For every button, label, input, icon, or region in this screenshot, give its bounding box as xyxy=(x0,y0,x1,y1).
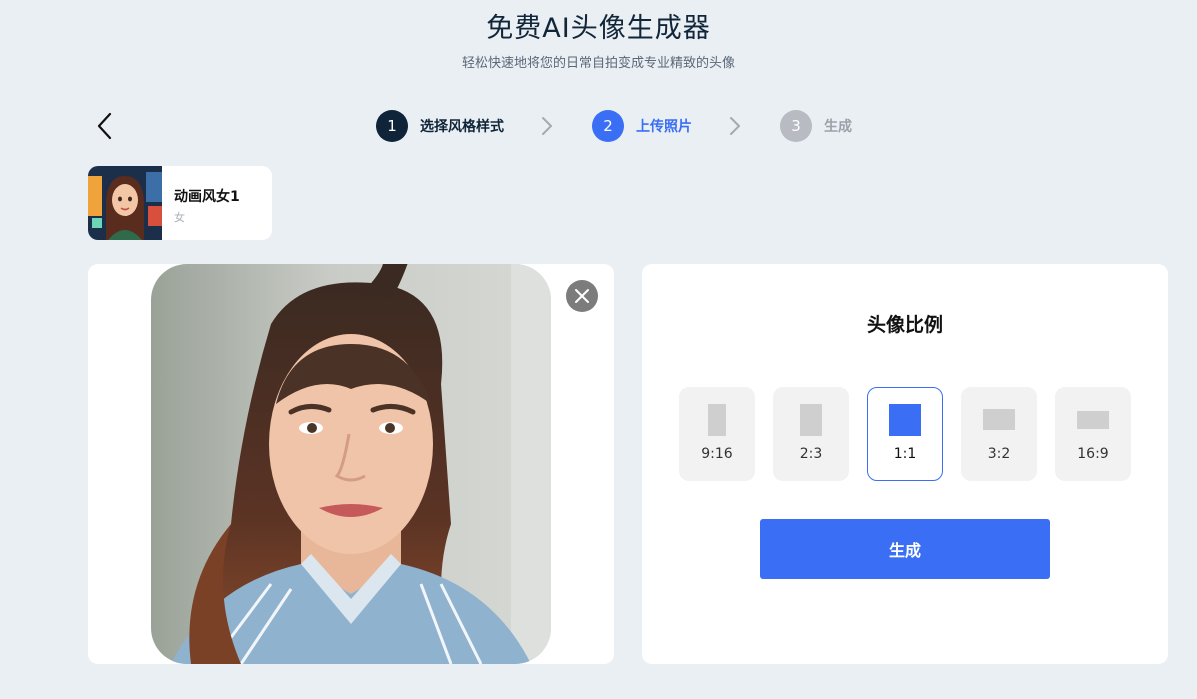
stepper: 1 选择风格样式 2 上传照片 3 生成 xyxy=(0,110,1197,142)
page-title: 免费AI头像生成器 xyxy=(486,13,711,44)
step-label: 上传照片 xyxy=(636,119,692,135)
ratio-label: 16:9 xyxy=(1077,446,1109,462)
style-name: 动画风女1 xyxy=(174,189,240,205)
ratio-preview-shape xyxy=(708,404,726,436)
ratio-panel: 头像比例 9:16 2:3 1:1 3:2 16:9 生成 xyxy=(642,264,1168,664)
ratio-option-16-9[interactable]: 16:9 xyxy=(1055,387,1131,481)
ratio-preview-shape xyxy=(800,404,822,436)
step-label: 选择风格样式 xyxy=(420,119,504,135)
step-select-style[interactable]: 1 选择风格样式 xyxy=(376,110,504,142)
step-number: 1 xyxy=(376,110,408,142)
ratio-label: 1:1 xyxy=(893,446,917,462)
ratio-option-2-3[interactable]: 2:3 xyxy=(773,387,849,481)
ratio-label: 9:16 xyxy=(701,446,733,462)
style-gender: 女 xyxy=(174,211,185,224)
step-label: 生成 xyxy=(824,119,852,135)
ratio-option-9-16[interactable]: 9:16 xyxy=(679,387,755,481)
uploaded-photo xyxy=(151,264,551,664)
remove-photo-button[interactable] xyxy=(566,280,598,312)
ratio-preview-shape xyxy=(983,409,1015,430)
ratio-options: 9:16 2:3 1:1 3:2 16:9 xyxy=(679,387,1131,481)
step-number: 3 xyxy=(780,110,812,142)
ratio-option-1-1[interactable]: 1:1 xyxy=(867,387,943,481)
generate-button[interactable]: 生成 xyxy=(760,519,1050,579)
ratio-preview-shape xyxy=(889,404,921,436)
step-upload-photo[interactable]: 2 上传照片 xyxy=(592,110,692,142)
ratio-label: 2:3 xyxy=(799,446,823,462)
ratio-title: 头像比例 xyxy=(866,314,943,336)
ratio-label: 3:2 xyxy=(987,446,1011,462)
selected-style-card[interactable]: 动画风女1 女 xyxy=(88,166,272,240)
step-number: 2 xyxy=(592,110,624,142)
uploaded-photo-panel xyxy=(88,264,614,664)
style-info: 动画风女1 女 xyxy=(162,166,240,240)
close-icon xyxy=(575,289,589,303)
ratio-preview-shape xyxy=(1077,411,1109,429)
ratio-option-3-2[interactable]: 3:2 xyxy=(961,387,1037,481)
page-subtitle: 轻松快速地将您的日常自拍变成专业精致的头像 xyxy=(461,56,735,71)
chevron-right-icon xyxy=(730,117,740,135)
chevron-right-icon xyxy=(542,117,552,135)
step-generate: 3 生成 xyxy=(780,110,852,142)
style-thumbnail xyxy=(88,166,162,240)
